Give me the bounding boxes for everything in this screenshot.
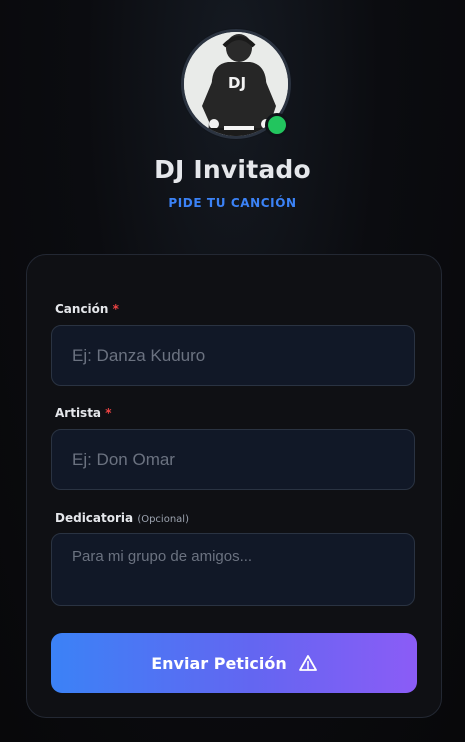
song-input[interactable]: [51, 325, 415, 386]
artist-label-text: Artista: [55, 406, 102, 420]
required-mark: *: [105, 406, 112, 420]
optional-note: (Opcional): [137, 514, 189, 525]
page: DJ DJ Invitado PIDE TU CANCIÓN Canción *…: [0, 0, 465, 742]
send-triangle-icon: [298, 655, 317, 671]
song-label: Canción *: [55, 302, 119, 316]
page-subtitle: PIDE TU CANCIÓN: [168, 196, 297, 210]
dedication-textarea[interactable]: [51, 533, 415, 606]
submit-request-button[interactable]: Enviar Petición: [51, 633, 417, 693]
artist-label: Artista *: [55, 406, 112, 420]
required-mark: *: [112, 302, 119, 316]
artist-input[interactable]: [51, 429, 415, 490]
dedication-label: Dedicatoria (Opcional): [55, 511, 189, 525]
song-label-text: Canción: [55, 302, 109, 316]
dedication-label-text: Dedicatoria: [55, 511, 134, 525]
online-status-indicator: [265, 113, 289, 137]
avatar-shirt-text: DJ: [228, 74, 247, 92]
avatar-container: DJ: [181, 29, 291, 139]
submit-button-label: Enviar Petición: [151, 653, 287, 673]
page-title: DJ Invitado: [154, 155, 311, 184]
request-form-card: Canción * Artista * Dedicatoria (Opciona…: [26, 254, 442, 718]
